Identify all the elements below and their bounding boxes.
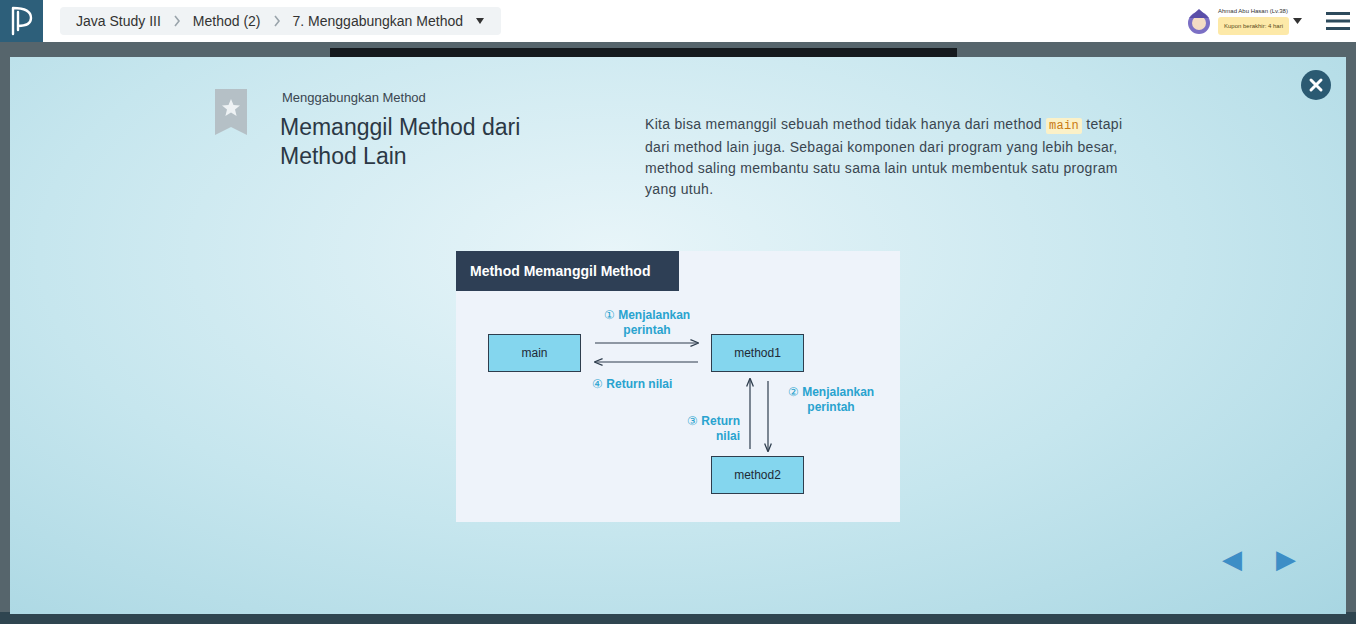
menu-icon[interactable] [1326, 11, 1350, 31]
breadcrumb-item[interactable]: Java Study III [76, 13, 161, 29]
step-label: ③ Return nilai [668, 414, 740, 444]
next-button[interactable]: ▶ [1274, 544, 1298, 574]
close-button[interactable] [1301, 70, 1331, 103]
logo[interactable] [0, 0, 43, 42]
step-label: ① Menjalankan perintah [592, 308, 702, 338]
coupon-badge: Kupon berakhir: 4 hari [1218, 17, 1289, 35]
arrow [749, 379, 750, 449]
logo-icon [9, 6, 35, 36]
screen: Java Study III Method (2) 7. Menggabungk… [0, 0, 1356, 624]
arrow [595, 361, 698, 362]
bookmark-icon[interactable] [215, 89, 247, 135]
chevron-icon [273, 15, 281, 27]
breadcrumb-item[interactable]: Method (2) [193, 13, 261, 29]
user-caret-icon[interactable] [1293, 18, 1302, 24]
diagram-node: main [488, 334, 581, 372]
slide-nav: ◀ ▶ [1220, 544, 1298, 574]
dropdown-caret-icon[interactable] [475, 18, 485, 24]
diagram: Method Memanggil Method main method1 metho… [456, 251, 900, 522]
slide-text: Kita bisa memanggil sebuah method tidak … [645, 114, 1135, 200]
close-icon [1301, 70, 1331, 100]
arrow [595, 342, 698, 343]
content-area: Menggabungkan Method Memanggil Method da… [0, 42, 1356, 624]
user-menu[interactable]: Ahmad Abu Hasan (Lv.38) Kupon berakhir: … [1184, 6, 1302, 36]
slide-title: Memanggil Method dari Method Lain [280, 113, 560, 171]
chevron-icon [173, 15, 181, 27]
top-bar: Java Study III Method (2) 7. Menggabungk… [0, 0, 1356, 42]
avatar-icon [1184, 6, 1214, 36]
slide-modal: Menggabungkan Method Memanggil Method da… [10, 57, 1346, 614]
breadcrumb-item[interactable]: 7. Menggabungkan Method [293, 13, 463, 29]
slide-subtitle: Menggabungkan Method [282, 90, 560, 105]
user-name: Ahmad Abu Hasan (Lv.38) [1218, 8, 1289, 14]
inline-code: main [1046, 118, 1082, 134]
breadcrumb: Java Study III Method (2) 7. Menggabungk… [60, 7, 501, 35]
diagram-title: Method Memanggil Method [456, 251, 679, 291]
arrow [767, 381, 768, 451]
diagram-node: method2 [711, 456, 804, 494]
step-label: ② Menjalankan perintah [776, 385, 886, 415]
step-label: ④ Return nilai [592, 377, 702, 392]
prev-button[interactable]: ◀ [1220, 544, 1244, 574]
diagram-node: method1 [711, 334, 804, 372]
